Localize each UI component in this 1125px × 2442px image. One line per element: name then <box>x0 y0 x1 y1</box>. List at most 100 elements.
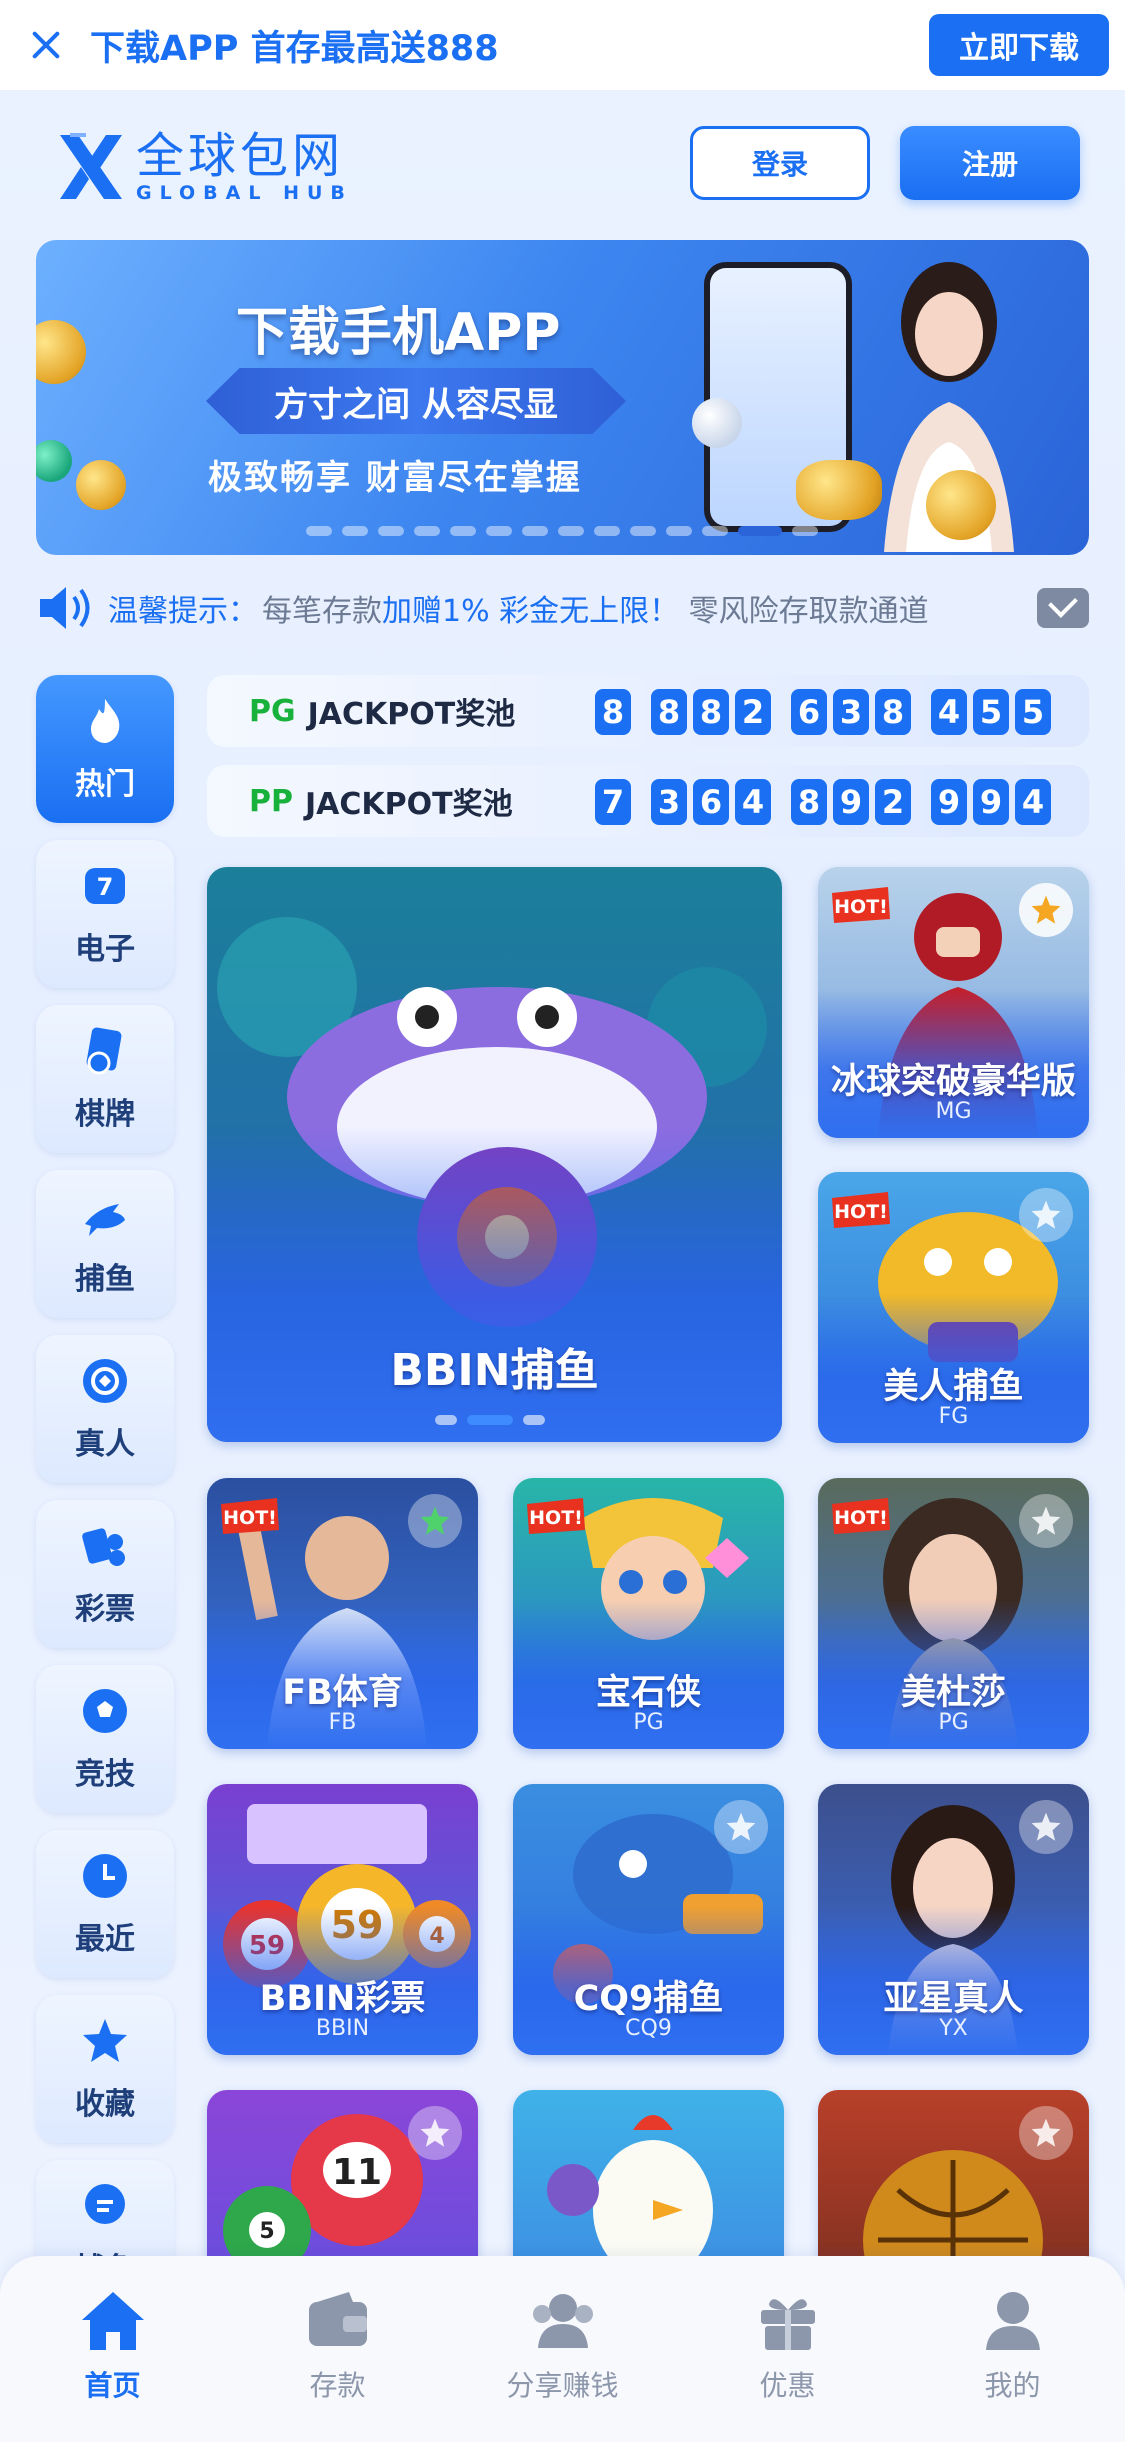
close-icon[interactable] <box>26 25 66 65</box>
jackpot-digit: 8 <box>791 779 827 825</box>
slot-icon: 7 <box>85 868 125 904</box>
category-live[interactable]: 真人 <box>36 1335 174 1483</box>
nav-label: 我的 <box>984 2369 1041 2402</box>
favorite-star-icon[interactable] <box>714 1800 768 1854</box>
jackpot-digit: 9 <box>973 779 1009 825</box>
game-provider: PG <box>633 1710 664 1735</box>
jackpot-digit: 6 <box>693 779 729 825</box>
game-card[interactable]: HOT! 美人捕鱼 FG <box>818 1172 1089 1443</box>
game-name: 宝石侠 <box>595 1673 701 1713</box>
register-button[interactable]: 注册 <box>900 126 1080 200</box>
jackpot-digit: 5 <box>1015 689 1051 735</box>
game-card[interactable]: HOT! 美杜莎 PG <box>818 1478 1089 1749</box>
game-card[interactable]: HOT! 宝石侠 PG <box>513 1478 784 1749</box>
favorite-star-icon[interactable] <box>1019 1494 1073 1548</box>
category-sidebar: 热门 7 电子 棋牌 捕鱼 真人 彩票 竞技 最近 收藏 捕鱼 <box>36 675 174 2325</box>
game-provider: CQ9 <box>625 2016 672 2041</box>
category-sports[interactable]: 竞技 <box>36 1665 174 1813</box>
jackpot-digit: 5 <box>973 689 1009 735</box>
category-hot[interactable]: 热门 <box>36 675 174 823</box>
category-label: 彩票 <box>75 1592 135 1627</box>
hot-badge-icon: HOT! <box>832 1498 890 1534</box>
shark-icon <box>85 1204 125 1236</box>
category-label: 最近 <box>75 1922 135 1957</box>
jackpot-digits: 8882638455 <box>595 689 1057 735</box>
game-name: CQ9捕鱼 <box>573 1979 724 2019</box>
tether-coin-icon <box>692 398 742 448</box>
nav-share[interactable]: 分享赚钱 <box>450 2256 675 2442</box>
game-name: FB体育 <box>282 1673 403 1713</box>
jackpot-digit: 2 <box>875 779 911 825</box>
logo[interactable]: 全球包网 GLOBAL HUB <box>56 130 353 204</box>
lottery-icon <box>82 1528 125 1566</box>
category-fishing[interactable]: 捕鱼 <box>36 1170 174 1318</box>
favorite-star-icon[interactable] <box>1019 1800 1073 1854</box>
category-lottery[interactable]: 彩票 <box>36 1500 174 1648</box>
game-card-featured[interactable]: BBIN捕鱼 <box>207 867 782 1442</box>
game-name: 美人捕鱼 <box>883 1367 1024 1407</box>
game-card[interactable]: 59 59 4 BBIN彩票 BBIN <box>207 1784 478 2055</box>
gift-icon <box>760 2299 815 2350</box>
game-card[interactable]: CQ9捕鱼 CQ9 <box>513 1784 784 2055</box>
promo-banner[interactable]: 下载手机APP 方寸之间 从容尽显 极致畅享 财富尽在掌握 <box>36 240 1089 555</box>
cards-icon <box>86 1027 122 1075</box>
hot-badge-icon: HOT! <box>832 1192 890 1228</box>
game-name: BBIN捕鱼 <box>390 1345 599 1396</box>
game-provider: FG <box>938 1404 969 1429</box>
mail-icon[interactable] <box>1037 588 1089 628</box>
favorite-star-icon[interactable] <box>408 2106 462 2160</box>
jackpot-digit: 8 <box>693 689 729 735</box>
category-label: 棋牌 <box>75 1097 135 1132</box>
game-card[interactable]: 亚星真人 YX <box>818 1784 1089 2055</box>
svg-text:7: 7 <box>97 873 114 901</box>
nav-home[interactable]: 首页 <box>0 2256 225 2442</box>
category-cards[interactable]: 棋牌 <box>36 1005 174 1153</box>
jackpot-digit: 3 <box>833 689 869 735</box>
chat-icon <box>85 2184 125 2224</box>
hot-badge-text: HOT! <box>834 896 888 918</box>
hot-badge-icon: HOT! <box>527 1498 585 1534</box>
category-label: 竞技 <box>75 1757 135 1792</box>
clock-icon <box>83 1854 127 1898</box>
hot-badge-icon: HOT! <box>221 1498 279 1534</box>
billiard-ball-number: 11 <box>332 2152 382 2193</box>
category-label: 收藏 <box>75 2087 135 2122</box>
favorite-star-icon[interactable] <box>1019 1188 1073 1242</box>
jackpot-digit: 8 <box>875 689 911 735</box>
coin-stack-icon <box>796 460 882 520</box>
download-app-button[interactable]: 立即下载 <box>929 14 1109 76</box>
category-favorites[interactable]: 收藏 <box>36 1995 174 2143</box>
jackpot-digit: 9 <box>833 779 869 825</box>
game-name: BBIN彩票 <box>259 1979 426 2019</box>
hot-badge-text: HOT! <box>223 1507 277 1529</box>
favorite-star-icon[interactable] <box>1019 883 1073 937</box>
favorite-star-icon[interactable] <box>1019 2106 1073 2160</box>
notice-marquee[interactable]: 温馨提示： 每笔存款加赠1% 彩金无上限！ 零风险存取款通道 <box>36 578 1089 638</box>
category-slots[interactable]: 7 电子 <box>36 840 174 988</box>
nav-label: 优惠 <box>759 2369 816 2402</box>
speaker-icon <box>40 587 90 629</box>
category-label: 真人 <box>75 1427 135 1462</box>
home-icon <box>81 2292 144 2350</box>
nav-label: 存款 <box>309 2369 366 2402</box>
nav-deposit[interactable]: 存款 <box>225 2256 450 2442</box>
jackpot-digit: 4 <box>735 779 771 825</box>
logo-subtitle: GLOBAL HUB <box>136 182 353 204</box>
nav-promotions[interactable]: 优惠 <box>675 2256 900 2442</box>
soccer-icon <box>83 1689 127 1733</box>
category-label: 电子 <box>75 932 135 967</box>
hot-badge-text: HOT! <box>529 1507 583 1529</box>
banner-pagination <box>306 526 818 536</box>
coin-icon <box>76 460 126 510</box>
jackpot-digit: 4 <box>1015 779 1051 825</box>
nav-profile[interactable]: 我的 <box>900 2256 1125 2442</box>
category-recent[interactable]: 最近 <box>36 1830 174 1978</box>
chip-icon <box>83 1359 127 1403</box>
jackpot-digit: 8 <box>651 689 687 735</box>
login-button[interactable]: 登录 <box>690 126 870 200</box>
jackpot-digits: 7364892994 <box>595 779 1057 825</box>
favorite-star-icon[interactable] <box>408 1494 462 1548</box>
game-card[interactable]: HOT! FB体育 FB <box>207 1478 478 1749</box>
jackpot-digit: 9 <box>931 779 967 825</box>
game-card[interactable]: HOT! 冰球突破豪华版 MG <box>818 867 1089 1138</box>
